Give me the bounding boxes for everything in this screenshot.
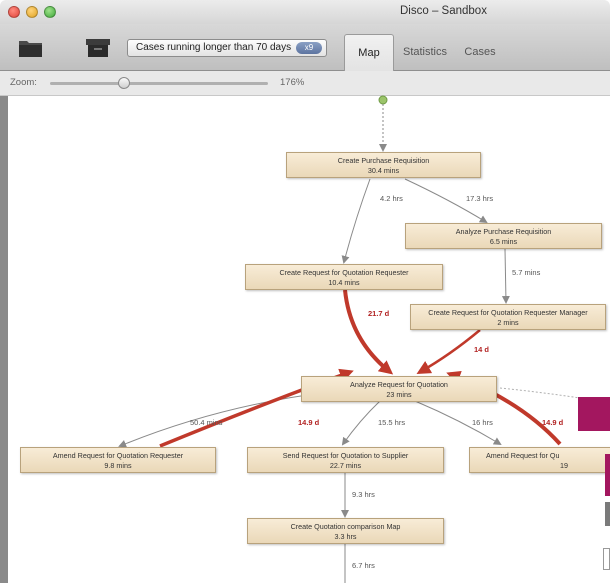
zoom-window-button[interactable] xyxy=(44,6,56,18)
tab-statistics[interactable]: Statistics xyxy=(400,34,450,70)
node-title: Amend Request for Qu xyxy=(486,451,560,460)
zoom-slider-knob[interactable] xyxy=(118,77,131,89)
node-send-rfq-to-supplier[interactable]: Send Request for Quotation to Supplier 2… xyxy=(247,447,444,473)
left-panel-edge xyxy=(0,96,8,583)
edge-label-amend-to-analyze: 14.9 d xyxy=(298,418,320,427)
tab-cases[interactable]: Cases xyxy=(460,34,500,70)
node-duration: 2 mins xyxy=(497,317,519,327)
node-duration: 3.3 hrs xyxy=(334,531,357,541)
filter-count-badge: x9 xyxy=(296,42,322,54)
node-title: Create Quotation comparison Map xyxy=(290,522,401,531)
node-title: Create Request for Quotation Requester xyxy=(279,268,409,277)
edge-label-qcm-out: 6.7 hrs xyxy=(352,561,375,570)
edge-label-analyze-to-amend-right: 16 hrs xyxy=(472,418,493,427)
node-title: Analyze Request for Quotation xyxy=(350,380,448,389)
node-duration: 6.5 mins xyxy=(489,236,518,246)
node-amend-rfq-requester[interactable]: Amend Request for Quotation Requester 9.… xyxy=(20,447,216,473)
node-title: Amend Request for Quotation Requester xyxy=(52,451,184,460)
window-title: Disco – Sandbox xyxy=(400,5,487,17)
zoom-value: 176% xyxy=(280,77,305,88)
node-title: Create Request for Quotation Requester M… xyxy=(428,308,588,317)
node-title: Send Request for Quotation to Supplier xyxy=(282,451,409,460)
node-amend-rfq-partial[interactable]: Amend Request for Qu 19 xyxy=(469,447,610,473)
filter-preset-select[interactable]: Cases running longer than 70 days x9 xyxy=(127,39,327,57)
node-duration: 30.4 mins xyxy=(367,165,400,175)
overlay-magenta-block xyxy=(605,454,610,496)
edge-label-rfqreq-to-analyze: 21.7 d xyxy=(368,309,390,318)
node-duration: 10.4 mins xyxy=(328,277,360,287)
tab-map[interactable]: Map xyxy=(344,34,394,71)
app-window: Disco – Sandbox Cases running longer tha… xyxy=(0,0,610,583)
title-bar[interactable]: Disco – Sandbox xyxy=(0,0,610,24)
edge-label-pr-to-rfqreq: 4.2 hrs xyxy=(380,194,403,203)
overlay-gray-block xyxy=(605,502,610,526)
node-duration: 9.8 mins xyxy=(104,460,132,470)
edge-label-amend-right-to-analyze: 14.9 d xyxy=(542,418,564,427)
edge-label-pr-to-analyzepr: 17.3 hrs xyxy=(466,194,494,203)
node-analyze-rfq[interactable]: Analyze Request for Quotation 23 mins xyxy=(301,376,497,402)
node-duration: 22.7 mins xyxy=(329,460,362,470)
filter-preset-label: Cases running longer than 70 days xyxy=(136,42,292,53)
zoom-label: Zoom: xyxy=(10,77,37,88)
node-title: Analyze Purchase Requisition xyxy=(455,227,552,236)
open-project-folder-icon[interactable] xyxy=(18,38,44,58)
edge-label-analyzepr-to-mgr: 5.7 mins xyxy=(512,268,541,277)
edge-label-analyze-to-send: 15.5 hrs xyxy=(378,418,406,427)
node-create-purchase-requisition[interactable]: Create Purchase Requisition 30.4 mins xyxy=(286,152,481,178)
node-create-rfq-requester-manager[interactable]: Create Request for Quotation Requester M… xyxy=(410,304,606,330)
zoom-bar: Zoom: 176% xyxy=(0,71,610,96)
node-duration: 23 mins xyxy=(386,389,412,399)
close-window-button[interactable] xyxy=(8,6,20,18)
node-create-rfq-requester[interactable]: Create Request for Quotation Requester 1… xyxy=(245,264,443,290)
toolbar: Cases running longer than 70 days x9 Map… xyxy=(0,24,610,71)
minimize-window-button[interactable] xyxy=(26,6,38,18)
edge-label-analyze-to-amend: 50.4 mins xyxy=(190,418,223,427)
node-duration: 19 xyxy=(560,460,568,470)
edge-label-mgr-to-analyze: 14 d xyxy=(474,345,490,354)
archive-box-icon[interactable] xyxy=(86,38,110,58)
node-analyze-purchase-requisition[interactable]: Analyze Purchase Requisition 6.5 mins xyxy=(405,223,602,249)
edge-label-send-to-qcm: 9.3 hrs xyxy=(352,490,375,499)
zoom-slider-track[interactable] xyxy=(50,82,268,85)
node-create-quotation-comparison-map[interactable]: Create Quotation comparison Map 3.3 hrs xyxy=(247,518,444,544)
node-title: Create Purchase Requisition xyxy=(337,156,430,165)
overlay-white-panel xyxy=(603,548,610,570)
overlay-magenta-bar xyxy=(578,397,610,431)
